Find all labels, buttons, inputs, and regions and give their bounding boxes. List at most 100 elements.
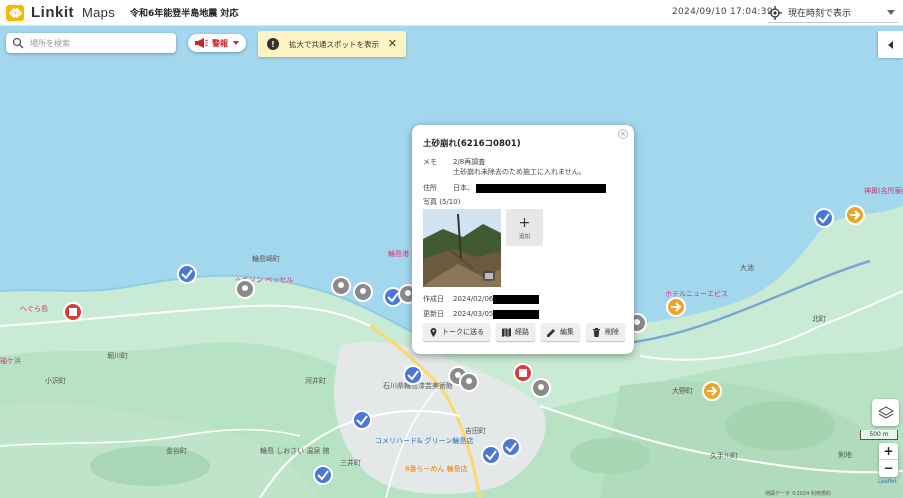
place-label: 輪島崎町: [252, 255, 280, 263]
alert-label: 警報: [212, 38, 228, 48]
created-value: 2024/02/06: [453, 295, 494, 303]
notice-text: 拡大で共通スポットを表示: [289, 39, 379, 49]
zoom-out-button[interactable]: −: [879, 460, 898, 477]
plus-icon: +: [518, 214, 531, 231]
alert-dropdown-button[interactable]: 警報: [188, 34, 246, 52]
search-placeholder: 場所を検索: [30, 38, 70, 48]
layers-icon: [877, 405, 894, 419]
location-pin-marker-icon[interactable]: [530, 378, 552, 400]
page-title: 令和6年能登半島地震 対応: [130, 9, 239, 19]
chevron-down-icon: [887, 10, 895, 15]
place-label: 堀川町: [107, 352, 128, 360]
popup-title: 土砂崩れ(6216コ0801): [423, 139, 521, 149]
direction-marker-icon[interactable]: [844, 204, 866, 226]
memo-line-2: 土砂崩れ未除去のため施工に入れません。: [453, 168, 586, 176]
alert-marker-icon[interactable]: [62, 301, 84, 323]
app-header: Linkit Maps 令和6年能登半島地震 対応 2024/09/10 17:…: [0, 0, 903, 26]
linkit-logo-icon: [6, 4, 24, 21]
place-label: コメリハード& グリーン輪島店: [375, 437, 474, 445]
place-label: 北町: [812, 315, 826, 323]
add-photo-label: 追加: [518, 233, 530, 240]
zoom-control: + −: [879, 443, 898, 477]
place-label: 久手川町: [710, 452, 738, 460]
photo-gallery: + 追加: [423, 209, 623, 287]
direction-marker-icon[interactable]: [665, 296, 687, 318]
route-label: 経路: [515, 328, 529, 336]
place-label: 輪島 しおさい 温泉 館: [260, 447, 330, 455]
completed-check-marker-icon[interactable]: [312, 464, 334, 486]
send-to-talk-label: トークに送る: [442, 328, 484, 336]
pencil-icon: [547, 328, 555, 337]
current-datetime: 2024/09/10 17:04:39: [672, 7, 773, 17]
site-photo[interactable]: [423, 209, 501, 287]
megaphone-icon: [195, 38, 208, 48]
place-label: 輪島港: [388, 250, 409, 258]
created-label: 作成日: [423, 295, 444, 303]
spot-detail-popup: × 土砂崩れ(6216コ0801) メモ 2/8再調査 土砂崩れ未除去のため施工…: [412, 125, 634, 354]
completed-check-marker-icon[interactable]: [500, 436, 522, 458]
app-logo[interactable]: Linkit Maps: [5, 4, 115, 22]
side-panel-toggle-button[interactable]: [878, 31, 903, 58]
place-label: 8番らーめん 輪島店: [405, 465, 468, 473]
delete-button[interactable]: 削除: [586, 323, 625, 341]
created-row: 作成日 2024/02/06: [423, 294, 623, 304]
place-label: へぐら島: [20, 305, 48, 313]
address-label: 住所: [423, 184, 437, 192]
send-to-talk-button[interactable]: トークに送る: [423, 323, 490, 341]
close-icon[interactable]: ✕: [388, 38, 397, 49]
place-label: 大池: [740, 264, 754, 272]
updated-label: 更新日: [423, 310, 444, 318]
location-pin-marker-icon[interactable]: [352, 282, 374, 304]
close-icon[interactable]: ×: [618, 129, 628, 139]
location-pin-marker-icon[interactable]: [458, 372, 480, 394]
search-icon: [12, 37, 24, 49]
redacted-block: [493, 309, 540, 319]
route-button[interactable]: 経路: [496, 323, 535, 341]
location-pin-icon: [430, 327, 437, 337]
popup-actions: トークに送る 経路 編集 削除: [423, 323, 631, 341]
place-label: 袖ケ浜: [0, 357, 21, 365]
place-label: 神輿(名所案内): [864, 187, 903, 195]
edit-button[interactable]: 編集: [541, 323, 580, 341]
completed-check-marker-icon[interactable]: [480, 444, 502, 466]
completed-check-marker-icon[interactable]: [351, 409, 373, 431]
address-value: 日本、: [453, 184, 474, 192]
chevron-left-icon: [888, 40, 893, 49]
info-icon: !: [267, 38, 279, 50]
place-label: 河井町: [305, 377, 326, 385]
completed-check-marker-icon[interactable]: [813, 207, 835, 229]
direction-marker-icon[interactable]: [701, 380, 723, 402]
time-mode-select[interactable]: 現在時刻で表示: [768, 3, 898, 23]
place-label: 大野町: [672, 387, 693, 395]
place-label: 吉田町: [465, 427, 486, 435]
address-row: 住所 日本、: [423, 183, 623, 193]
map-icon: [502, 327, 511, 337]
place-label: 剣地: [838, 451, 852, 459]
trash-icon: [593, 327, 600, 337]
completed-check-marker-icon[interactable]: [402, 364, 424, 386]
memo-row: メモ 2/8再調査 土砂崩れ未除去のため施工に入れません。: [423, 157, 623, 177]
zoom-in-button[interactable]: +: [879, 443, 898, 460]
place-label: 三井町: [340, 459, 361, 467]
location-pin-marker-icon[interactable]: [330, 276, 352, 298]
photos-label: 写真 (5/10): [423, 198, 461, 206]
landslide-photo-image: [423, 209, 501, 287]
map-attribution: 地図データ ©2024 利用規約: [765, 491, 831, 497]
crosshair-icon: [768, 5, 782, 20]
updated-row: 更新日 2024/03/05: [423, 309, 623, 319]
search-input[interactable]: 場所を検索: [6, 33, 176, 53]
map-scale: 500 m: [860, 430, 898, 440]
memo-label: メモ: [423, 158, 437, 166]
leaflet-attribution-link[interactable]: Leaflet: [878, 479, 897, 485]
place-label: 金谷町: [166, 447, 187, 455]
redacted-block: [476, 183, 607, 193]
layers-button[interactable]: [872, 399, 899, 426]
location-pin-marker-icon[interactable]: [234, 279, 256, 301]
redacted-block: [493, 294, 540, 304]
memo-line-1: 2/8再調査: [453, 158, 486, 166]
add-photo-button[interactable]: + 追加: [506, 209, 543, 246]
completed-check-marker-icon[interactable]: [176, 263, 198, 285]
edit-label: 編集: [560, 328, 574, 336]
updated-value: 2024/03/05: [453, 310, 494, 318]
delete-label: 削除: [605, 328, 619, 336]
